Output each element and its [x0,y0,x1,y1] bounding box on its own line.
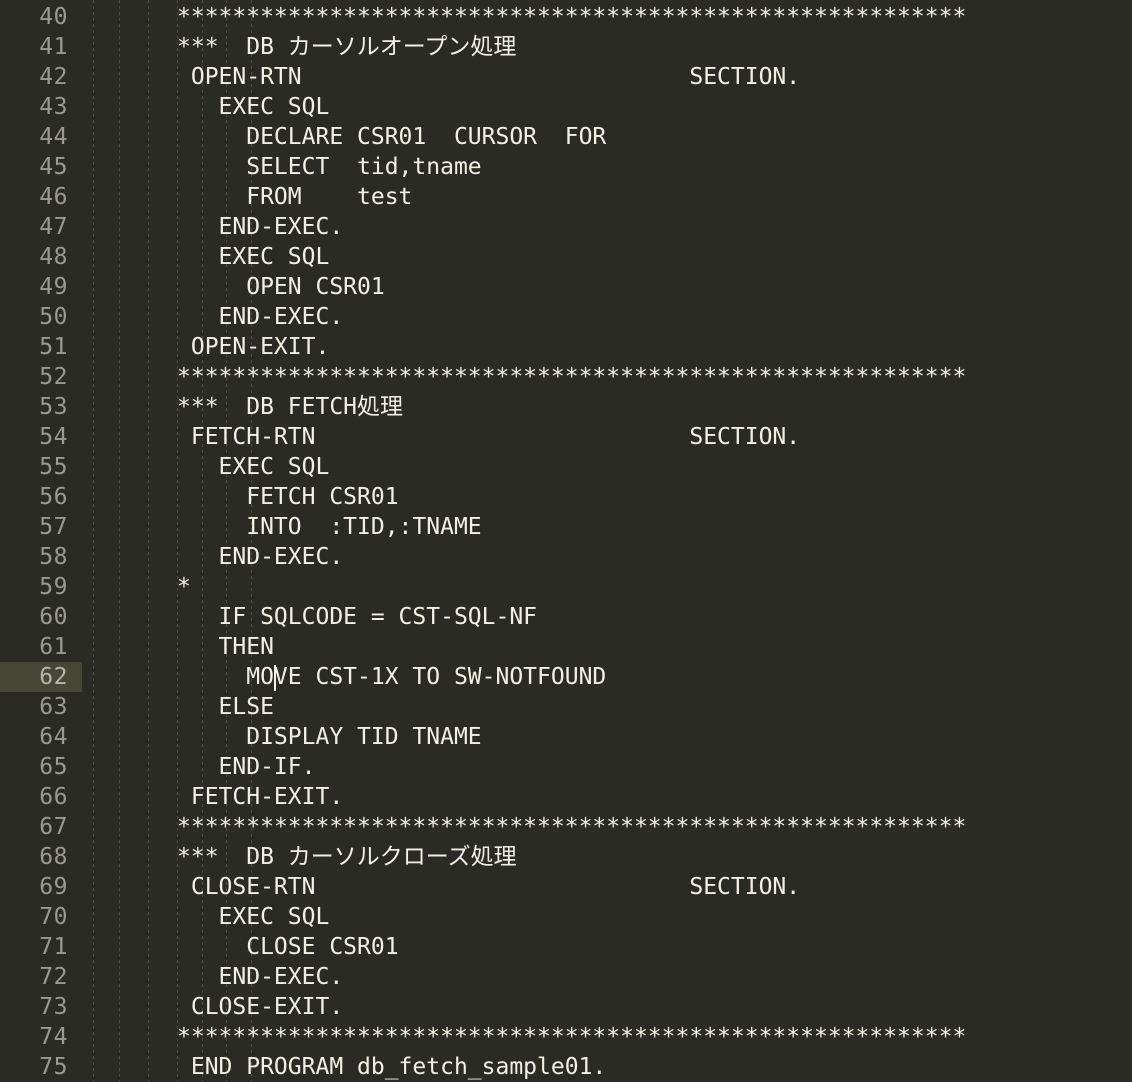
code-line[interactable]: IF SQLCODE = CST-SQL-NF [177,602,538,632]
code-line[interactable]: FETCH CSR01 [177,482,398,512]
code-line[interactable]: EXEC SQL [177,242,330,272]
line-number[interactable]: 46 [0,182,82,212]
code-line[interactable]: FROM test [177,182,412,212]
line-number[interactable]: 65 [0,752,82,782]
line-number[interactable]: 54 [0,422,82,452]
code-line[interactable]: FETCH-EXIT. [177,782,343,812]
line-number[interactable]: 72 [0,962,82,992]
line-number[interactable]: 70 [0,902,82,932]
line-number[interactable]: 66 [0,782,82,812]
code-line[interactable]: ELSE [177,692,274,722]
code-line[interactable]: END-IF. [177,752,316,782]
line-number[interactable]: 63 [0,692,82,722]
indent-guide [93,0,94,1082]
line-number[interactable]: 42 [0,62,82,92]
code-line[interactable]: EXEC SQL [177,902,330,932]
line-number[interactable]: 47 [0,212,82,242]
line-number[interactable]: 75 [0,1052,82,1082]
code-line[interactable]: OPEN CSR01 [177,272,384,302]
line-number[interactable]: 51 [0,332,82,362]
code-line[interactable]: *** DB カーソルオープン処理 [177,32,516,62]
line-number[interactable]: 45 [0,152,82,182]
indent-guide [148,0,149,1082]
line-number[interactable]: 56 [0,482,82,512]
line-number[interactable]: 48 [0,242,82,272]
code-line[interactable]: CLOSE-RTN SECTION. [177,872,800,902]
code-line[interactable]: MOVE CST-1X TO SW-NOTFOUND [177,662,606,692]
code-line[interactable]: CLOSE-EXIT. [177,992,343,1022]
code-line[interactable]: OPEN-EXIT. [177,332,329,362]
code-line[interactable]: INTO :TID,:TNAME [177,512,481,542]
code-line[interactable]: EXEC SQL [177,92,330,122]
code-line[interactable]: *** DB カーソルクローズ処理 [177,842,517,872]
code-line[interactable]: END-EXEC. [177,962,344,992]
line-number[interactable]: 57 [0,512,82,542]
code-line[interactable]: END-EXEC. [177,212,344,242]
line-number[interactable]: 49 [0,272,82,302]
code-line[interactable]: EXEC SQL [177,452,330,482]
indent-guides [0,0,1132,1082]
code-line[interactable]: END PROGRAM db_fetch_sample01. [177,1052,606,1082]
line-number[interactable]: 74 [0,1022,82,1052]
text-caret [274,665,277,691]
line-number[interactable]: 61 [0,632,82,662]
line-number[interactable]: 67 [0,812,82,842]
code-editor[interactable]: 40 41 42 43 44 45 46 47 48 49 50 51 52 53 54 55 56 57 58 59… [0,0,1132,1082]
line-number[interactable]: 64 [0,722,82,752]
code-line[interactable]: ****************************************… [177,2,966,32]
code-line[interactable]: END-EXEC. [177,302,344,332]
line-number[interactable]: 62 [0,662,82,692]
line-number[interactable]: 41 [0,32,82,62]
code-line[interactable]: CLOSE CSR01 [177,932,398,962]
line-number[interactable]: 68 [0,842,82,872]
line-number[interactable]: 73 [0,992,82,1022]
code-line[interactable]: DISPLAY TID TNAME [177,722,481,752]
code-line[interactable]: * [177,572,191,602]
line-number[interactable]: 59 [0,572,82,602]
line-number[interactable]: 44 [0,122,82,152]
line-number[interactable]: 40 [0,2,82,32]
line-number-gutter[interactable]: 40 41 42 43 44 45 46 47 48 49 50 51 52 53 54 55 56 57 58 59… [0,0,82,1082]
code-line[interactable]: ****************************************… [177,812,966,842]
line-number[interactable]: 52 [0,362,82,392]
code-line[interactable]: SELECT tid,tname [177,152,481,182]
line-number[interactable]: 55 [0,452,82,482]
line-number[interactable]: 58 [0,542,82,572]
code-line[interactable]: ****************************************… [177,362,966,392]
line-number[interactable]: 50 [0,302,82,332]
code-line[interactable]: END-EXEC. [177,542,344,572]
line-number[interactable]: 60 [0,602,82,632]
code-line[interactable]: ****************************************… [177,1022,966,1052]
code-line[interactable]: OPEN-RTN SECTION. [177,62,800,92]
indent-guide [119,0,120,1082]
line-number[interactable]: 71 [0,932,82,962]
code-line[interactable]: THEN [177,632,274,662]
code-line[interactable]: FETCH-RTN SECTION. [177,422,800,452]
line-number[interactable]: 53 [0,392,82,422]
code-line[interactable]: *** DB FETCH処理 [177,392,403,422]
line-number[interactable]: 43 [0,92,82,122]
line-number[interactable]: 69 [0,872,82,902]
code-line[interactable]: DECLARE CSR01 CURSOR FOR [177,122,606,152]
